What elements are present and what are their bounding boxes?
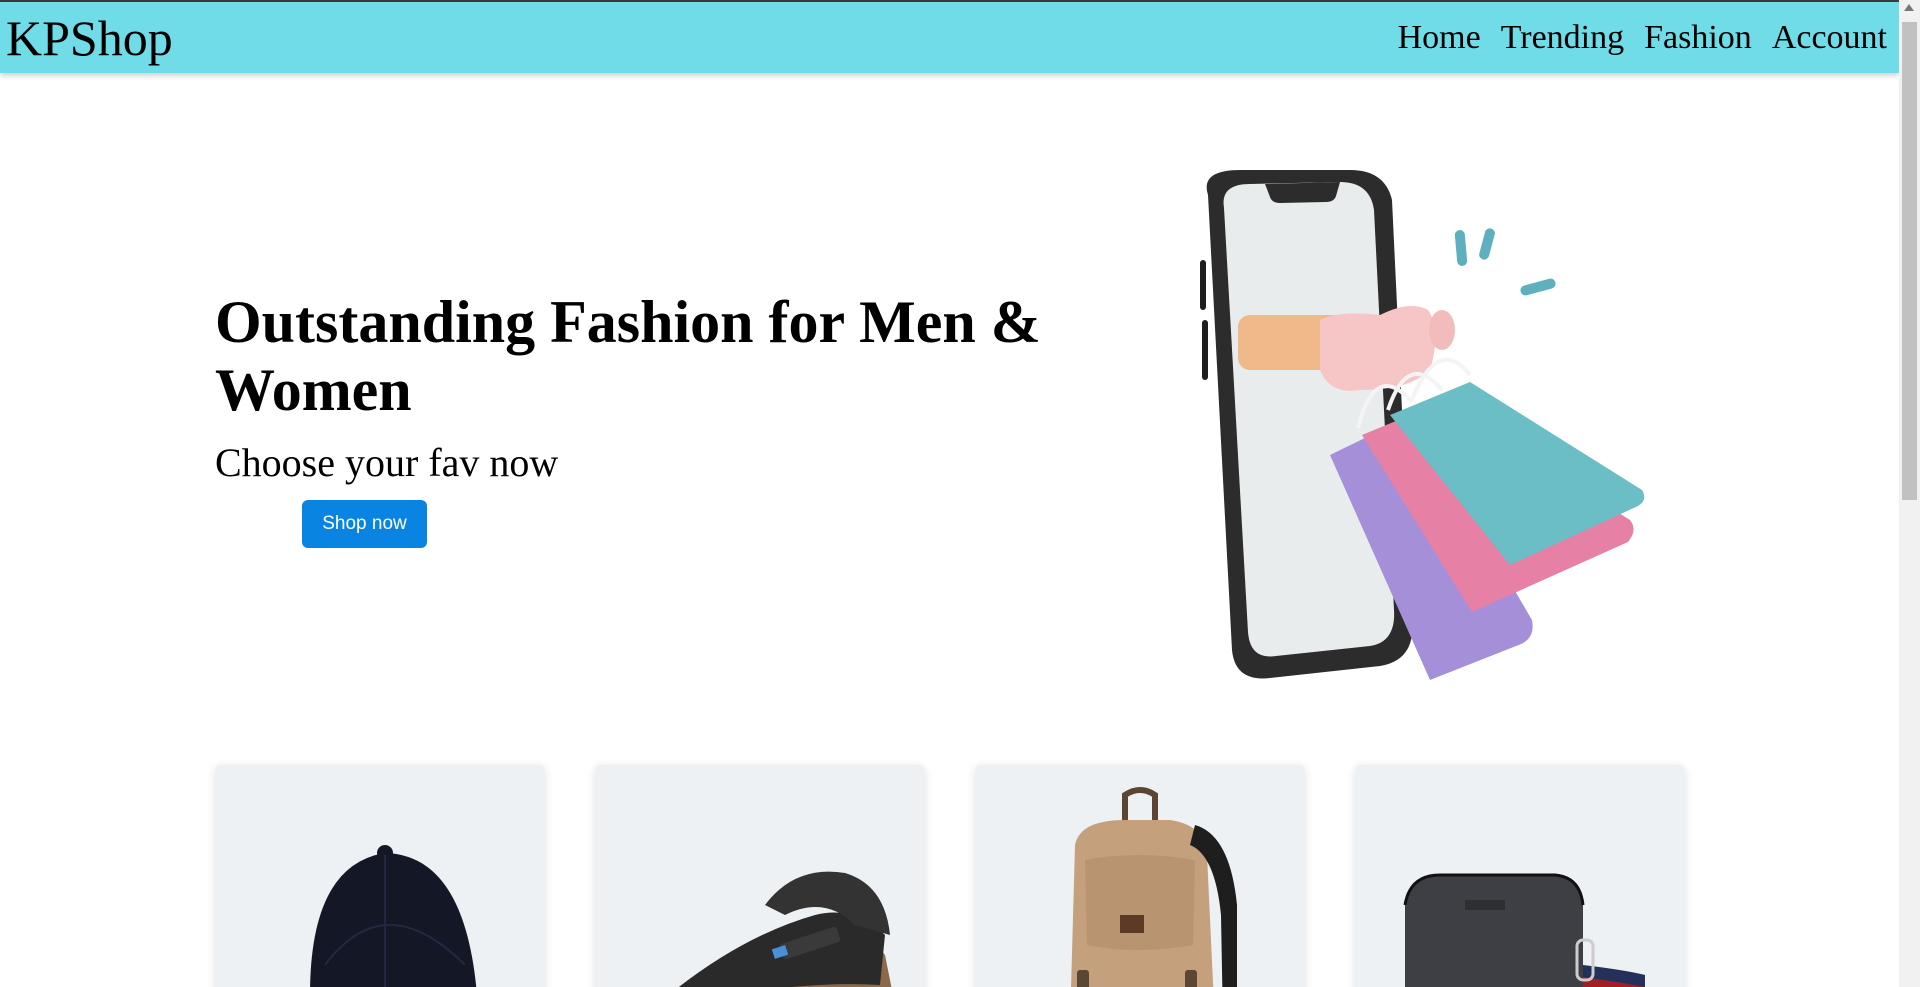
nav-link-fashion[interactable]: Fashion — [1644, 19, 1752, 57]
nav-link-home[interactable]: Home — [1398, 19, 1481, 57]
page: KPShop Home Trending Fashion Account Out… — [0, 0, 1899, 987]
scrollbar-thumb[interactable] — [1902, 22, 1917, 500]
hero-subtitle: Choose your fav now — [215, 440, 559, 485]
product-card[interactable] — [1355, 765, 1685, 987]
vertical-scrollbar[interactable] — [1899, 0, 1920, 987]
crossbody-bag-image — [1403, 873, 1645, 987]
phone-with-shopping-bags-icon — [1180, 170, 1660, 690]
top-navbar: KPShop Home Trending Fashion Account — [0, 0, 1899, 73]
cap-image — [310, 845, 477, 987]
brand-logo[interactable]: KPShop — [6, 10, 173, 66]
backpack-image — [1071, 787, 1237, 987]
scroll-up-arrow-icon[interactable] — [1904, 4, 1914, 11]
hero-title: Outstanding Fashion for Men & Women — [215, 289, 1041, 423]
product-card[interactable] — [975, 765, 1305, 987]
shop-now-button[interactable]: Shop now — [302, 500, 427, 548]
product-card[interactable] — [215, 765, 545, 987]
sandal-image — [678, 871, 892, 987]
nav-link-account[interactable]: Account — [1772, 19, 1887, 57]
nav-link-trending[interactable]: Trending — [1501, 19, 1624, 57]
nav-links: Home Trending Fashion Account — [1398, 19, 1887, 57]
product-card[interactable] — [595, 765, 925, 987]
